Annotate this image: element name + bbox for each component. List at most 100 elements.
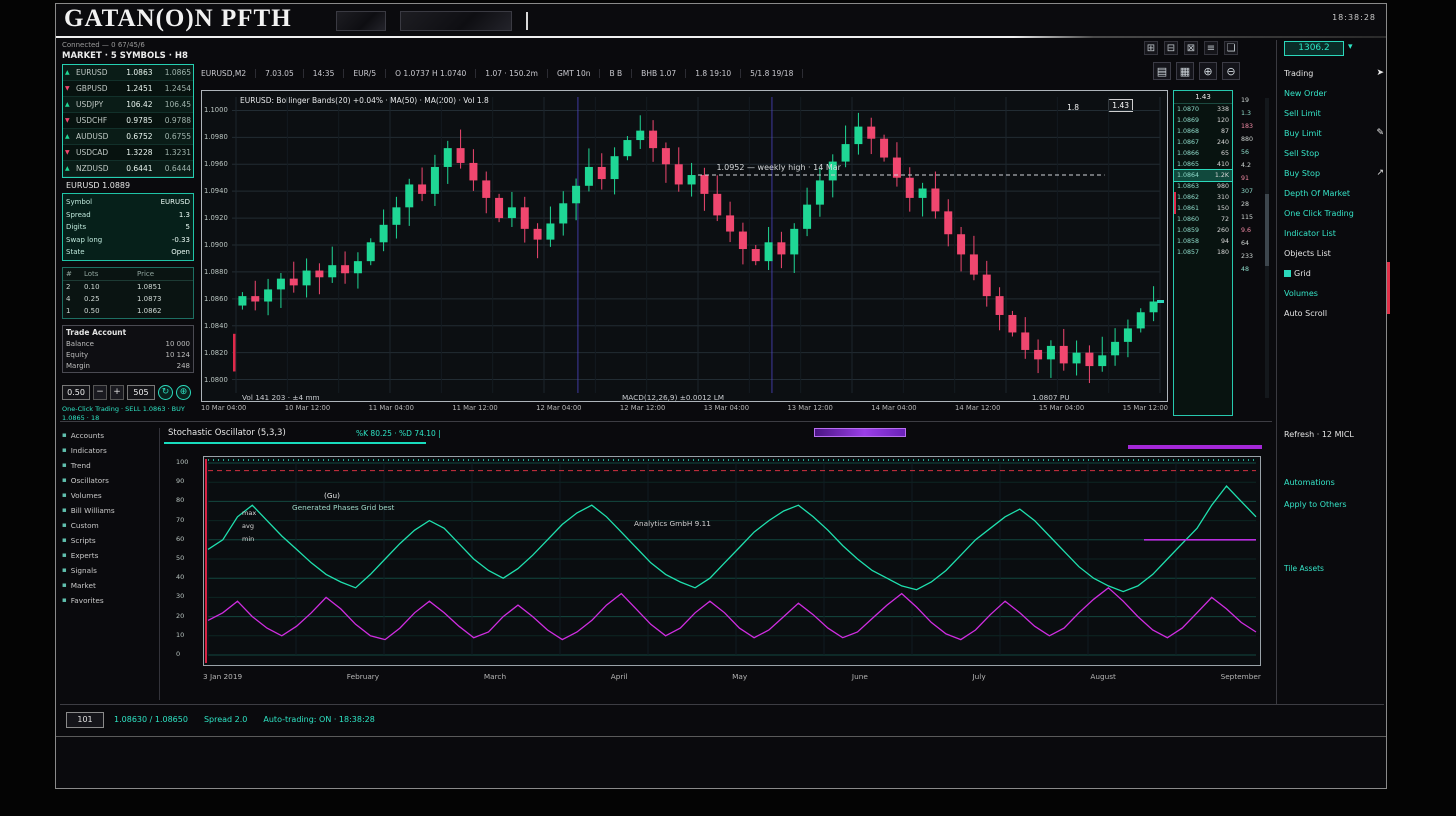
navigator-item[interactable]: ▪Oscillators <box>62 473 156 488</box>
dom-scrollbar-thumb[interactable] <box>1265 194 1269 266</box>
one-click-trading-label[interactable]: One-Click Trading · SELL 1.0863 · BUY 1.… <box>62 405 194 422</box>
navigator-item-label: Favorites <box>71 593 104 608</box>
menu-item[interactable]: Trading➤ <box>1282 64 1386 82</box>
tile-icon[interactable]: ⊟ <box>1164 41 1178 55</box>
navigator-item[interactable]: ▪Favorites <box>62 593 156 608</box>
market-watch-row[interactable]: ▼USDCAD1.32281.3231 <box>63 145 193 161</box>
menu-item[interactable]: Sell Limit <box>1282 104 1386 122</box>
position-row[interactable]: 40.251.0873 <box>63 293 193 305</box>
oscillator-time-label: April <box>611 672 628 681</box>
position-row[interactable]: 20.101.0851 <box>63 281 193 293</box>
chart-toolbar-segment[interactable]: 1.8 19:10 <box>695 69 741 78</box>
menu-item[interactable]: Volumes <box>1282 284 1386 302</box>
menu-item[interactable]: New Order <box>1282 84 1386 102</box>
market-watch-row[interactable]: ▲NZDUSD0.64410.6444 <box>63 161 193 177</box>
menu-item[interactable]: Sell Stop <box>1282 144 1386 162</box>
dom-row[interactable]: 1.0857180 <box>1174 247 1232 258</box>
dom-row[interactable]: 1.0862310 <box>1174 192 1232 203</box>
dom-row[interactable]: 1.0867240 <box>1174 137 1232 148</box>
navigator-item[interactable]: ▪Scripts <box>62 533 156 548</box>
menu-item[interactable]: Indicator List <box>1282 224 1386 242</box>
menu-item[interactable]: Auto Scroll <box>1282 304 1386 322</box>
market-watch-row[interactable]: ▲AUDUSD0.67520.6755 <box>63 129 193 145</box>
detail-row: StateOpen <box>66 246 190 259</box>
menu-item[interactable]: Grid <box>1282 264 1386 282</box>
dom-row[interactable]: 1.0859260 <box>1174 225 1232 236</box>
lot-decrease-button[interactable]: − <box>93 385 107 400</box>
navigator-item[interactable]: ▪Bill Williams <box>62 503 156 518</box>
zoom-out-icon[interactable]: ⊖ <box>1222 62 1240 80</box>
menu-item[interactable]: One Click Trading <box>1282 204 1386 222</box>
navigator-item[interactable]: ▪Accounts <box>62 428 156 443</box>
menu-footer-item[interactable]: Tile Assets <box>1284 564 1324 573</box>
chart-toolbar-segment[interactable]: EUR/5 <box>353 69 386 78</box>
dom-scrollbar[interactable] <box>1265 98 1269 398</box>
menu-item-label: Buy Stop <box>1284 169 1320 178</box>
folder-icon: ▪ <box>62 428 67 443</box>
dom-row[interactable]: 1.0865410 <box>1174 159 1232 170</box>
chart-toolbar-segment[interactable]: 5/1.8 19/18 <box>750 69 803 78</box>
dom-row[interactable]: 1.0869120 <box>1174 115 1232 126</box>
refresh-icon[interactable]: ↻ <box>158 385 173 400</box>
status-button[interactable]: 101 <box>66 712 104 728</box>
chart-toolbar-segment[interactable]: GMT 10n <box>557 69 601 78</box>
chart-toolbar-segment[interactable]: 14:35 <box>313 69 345 78</box>
menu-item[interactable]: Depth Of Market <box>1282 184 1386 202</box>
zoom-in-icon[interactable]: ⊕ <box>1199 62 1217 80</box>
oscillator-time-axis: 3 Jan 2019FebruaryMarchAprilMayJuneJulyA… <box>203 672 1261 681</box>
candlestick-chart[interactable]: 1.10001.09801.09601.09401.09201.09001.08… <box>201 90 1168 402</box>
market-watch-row[interactable]: ▼USDCHF0.97850.9788 <box>63 113 193 129</box>
connection-status: Connected — 0 67/45/6 <box>62 41 145 49</box>
chart-toolbar-segment[interactable]: EURUSD,M2 <box>201 69 256 78</box>
list-icon[interactable]: ≡ <box>1204 41 1218 55</box>
time-axis-label: 12 Mar 04:00 <box>536 404 581 416</box>
chart-toolbar-segment[interactable]: O 1.0737 H 1.0740 <box>395 69 476 78</box>
dom-row[interactable]: 1.085894 <box>1174 236 1232 247</box>
menu-item[interactable]: Refresh · 12 MICL <box>1282 425 1386 443</box>
add-icon[interactable]: ⊕ <box>176 385 191 400</box>
dom-row[interactable]: 1.086665 <box>1174 148 1232 159</box>
candle-chart-icon[interactable]: ▦ <box>1176 62 1194 80</box>
navigator-item[interactable]: ▪Experts <box>62 548 156 563</box>
market-watch-row[interactable]: ▲EURUSD1.08631.0865 <box>63 65 193 81</box>
menu-item[interactable]: Automations <box>1282 473 1386 491</box>
oscillator-marker: max <box>242 509 256 517</box>
navigator-item[interactable]: ▪Volumes <box>62 488 156 503</box>
oscillator-axis-label: 60 <box>176 535 184 543</box>
navigator-item[interactable]: ▪Trend <box>62 458 156 473</box>
dom-row[interactable]: 1.0861150 <box>1174 203 1232 214</box>
dom-row[interactable]: 1.0863980 <box>1174 181 1232 192</box>
navigator-item[interactable]: ▪Signals <box>62 563 156 578</box>
menu-item[interactable]: Objects List <box>1282 244 1386 262</box>
navigator-item[interactable]: ▪Indicators <box>62 443 156 458</box>
dom-row[interactable]: 1.086887 <box>1174 126 1232 137</box>
deviation-input[interactable]: 505 <box>127 385 155 400</box>
toolbar-thumbnail[interactable] <box>400 11 512 31</box>
cascade-icon[interactable]: ⊠ <box>1184 41 1198 55</box>
grid-icon[interactable]: ⊞ <box>1144 41 1158 55</box>
chart-toolbar-segment[interactable]: 1.07 · 150.2m <box>485 69 548 78</box>
menu-scrollbar-thumb[interactable] <box>1387 262 1390 314</box>
bar-chart-icon[interactable]: ▤ <box>1153 62 1171 80</box>
dom-row[interactable]: 1.08641.2K <box>1174 170 1232 181</box>
indicator-tab[interactable]: Stochastic Oscillator (5,3,3) <box>168 428 286 438</box>
chart-toolbar-segment[interactable]: B B <box>609 69 632 78</box>
new-window-icon[interactable]: ❏ <box>1224 41 1238 55</box>
position-row[interactable]: 10.501.0862 <box>63 305 193 317</box>
chart-toolbar-segment[interactable]: BHB 1.07 <box>641 69 686 78</box>
dom-row[interactable]: 1.0870338 <box>1174 104 1232 115</box>
toolbar-thumbnail[interactable] <box>336 11 386 31</box>
dom-size: 180 <box>1203 247 1229 258</box>
dom-row[interactable]: 1.086072 <box>1174 214 1232 225</box>
market-watch-row[interactable]: ▼GBPUSD1.24511.2454 <box>63 81 193 97</box>
menu-item[interactable]: Buy Limit✎ <box>1282 124 1386 142</box>
lot-input[interactable]: 0.50 <box>62 385 90 400</box>
menu-item[interactable]: Buy Stop↗ <box>1282 164 1386 182</box>
chart-toolbar-segment[interactable]: 7.03.05 <box>265 69 304 78</box>
menu-item[interactable]: Apply to Others <box>1282 495 1386 513</box>
navigator-item[interactable]: ▪Custom <box>62 518 156 533</box>
lot-increase-button[interactable]: + <box>110 385 124 400</box>
oscillator-chart[interactable]: (Gu) Generated Phases Grid best Analytic… <box>203 456 1261 666</box>
market-watch-row[interactable]: ▲USDJPY106.42106.45 <box>63 97 193 113</box>
navigator-item[interactable]: ▪Market <box>62 578 156 593</box>
